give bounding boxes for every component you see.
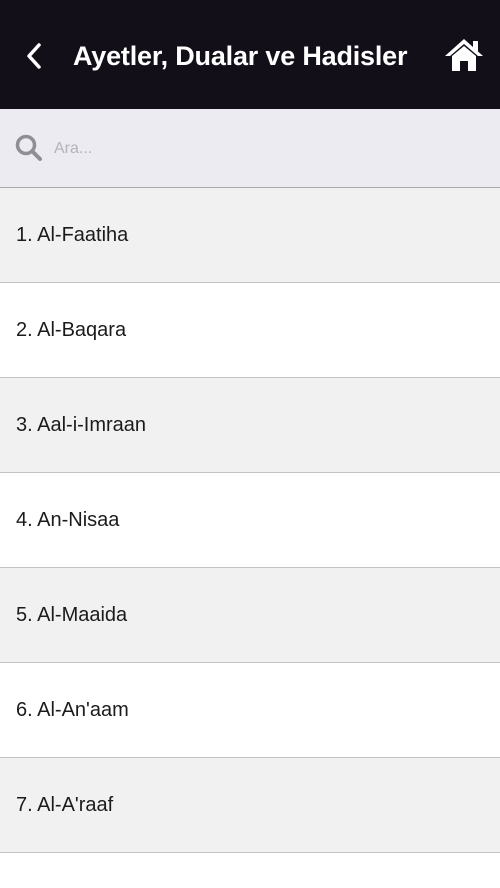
list-item[interactable]: 7. Al-A'raaf <box>0 758 500 853</box>
list-item-label: 2. Al-Baqara <box>16 318 127 341</box>
list-item-label: 5. Al-Maaida <box>16 603 128 626</box>
list-item-label: 1. Al-Faatiha <box>16 223 129 246</box>
back-button[interactable] <box>22 38 50 74</box>
page-title: Ayetler, Dualar ve Hadisler <box>73 41 408 71</box>
app-header: Ayetler, Dualar ve Hadisler <box>0 0 500 109</box>
list-item[interactable]: 5. Al-Maaida <box>0 568 500 663</box>
list-item[interactable]: 2. Al-Baqara <box>0 283 500 378</box>
search-input[interactable] <box>54 133 474 165</box>
list-item[interactable]: 3. Aal-i-Imraan <box>0 378 500 473</box>
list-item-label: 4. An-Nisaa <box>16 508 120 531</box>
home-icon <box>445 39 483 71</box>
search-bar <box>0 109 500 188</box>
home-button[interactable] <box>443 37 485 73</box>
list-item-label: 7. Al-A'raaf <box>16 793 114 816</box>
list-item-label: 6. Al-An'aam <box>16 698 129 721</box>
sura-list: 1. Al-Faatiha 2. Al-Baqara 3. Aal-i-Imra… <box>0 188 500 853</box>
list-item-label: 3. Aal-i-Imraan <box>16 413 147 436</box>
search-icon <box>14 133 44 163</box>
list-item[interactable]: 4. An-Nisaa <box>0 473 500 568</box>
list-item[interactable]: 6. Al-An'aam <box>0 663 500 758</box>
list-item[interactable]: 1. Al-Faatiha <box>0 188 500 283</box>
chevron-left-icon <box>27 43 41 69</box>
